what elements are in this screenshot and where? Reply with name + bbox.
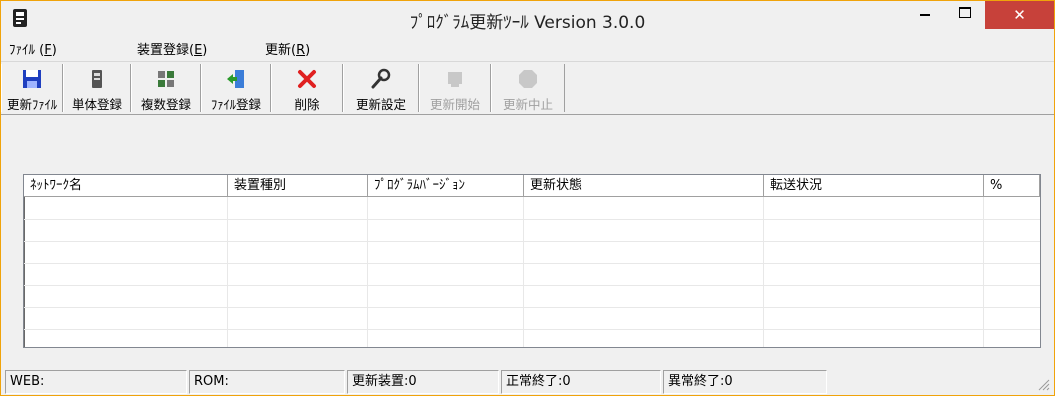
application-window: ﾌﾟﾛｸﾞﾗﾑ更新ﾂｰﾙ Version 3.0.0 ✕ ﾌｧｲﾙ (F) 装置… bbox=[0, 0, 1055, 396]
update-file-button[interactable]: 更新ﾌｧｲﾙ bbox=[1, 64, 63, 112]
minimize-button[interactable] bbox=[902, 1, 948, 29]
grid-line bbox=[24, 285, 1040, 286]
status-success-count: 正常終了:0 bbox=[501, 370, 661, 394]
delete-button[interactable]: 削除 bbox=[271, 64, 343, 112]
window-title: ﾌﾟﾛｸﾞﾗﾑ更新ﾂｰﾙ Version 3.0.0 bbox=[409, 13, 646, 33]
grid-line bbox=[367, 197, 368, 347]
start-update-button[interactable]: 更新開始 bbox=[419, 64, 491, 112]
toolbar: 更新ﾌｧｲﾙ 単体登録 複数登録 ﾌｧｲﾙ登録 削除 更新設定 更新開始 更新中… bbox=[1, 62, 1054, 115]
menu-bar: ﾌｧｲﾙ (F) 装置登録(E) 更新(R) bbox=[1, 35, 1054, 62]
stop-update-button[interactable]: 更新中止 bbox=[491, 64, 565, 112]
menu-file[interactable]: ﾌｧｲﾙ (F) bbox=[9, 39, 57, 58]
grid-line bbox=[523, 197, 524, 347]
title-bar[interactable]: ﾌﾟﾛｸﾞﾗﾑ更新ﾂｰﾙ Version 3.0.0 ✕ bbox=[1, 1, 1054, 35]
status-web: WEB: bbox=[5, 370, 187, 394]
menu-device-register[interactable]: 装置登録(E) bbox=[137, 39, 207, 58]
start-update-icon bbox=[448, 72, 462, 87]
status-bar: WEB: ROM: 更新装置:0 正常終了:0 異常終了:0 bbox=[1, 370, 1054, 395]
maximize-button[interactable] bbox=[948, 1, 984, 29]
grid-line bbox=[24, 307, 1040, 308]
status-rom: ROM: bbox=[189, 370, 345, 394]
column-percent[interactable]: % bbox=[984, 175, 1040, 197]
column-transfer-status[interactable]: 転送状況 bbox=[764, 175, 984, 197]
file-register-button[interactable]: ﾌｧｲﾙ登録 bbox=[201, 64, 271, 112]
resize-grip-icon[interactable] bbox=[1038, 379, 1050, 391]
grid-line bbox=[24, 263, 1040, 264]
status-updating-devices: 更新装置:0 bbox=[347, 370, 499, 394]
multi-register-button[interactable]: 複数登録 bbox=[131, 64, 201, 112]
status-failed-count: 異常終了:0 bbox=[663, 370, 827, 394]
single-device-icon bbox=[92, 70, 102, 88]
close-button[interactable]: ✕ bbox=[985, 1, 1054, 29]
stop-sign-icon bbox=[519, 70, 537, 88]
multiple-devices-icon bbox=[158, 71, 174, 87]
update-settings-button[interactable]: 更新設定 bbox=[343, 64, 419, 112]
grid-line bbox=[24, 219, 1040, 220]
menu-update[interactable]: 更新(R) bbox=[265, 39, 310, 58]
grid-line bbox=[227, 197, 228, 347]
close-icon: ✕ bbox=[1013, 6, 1026, 24]
column-network-name[interactable]: ﾈｯﾄﾜｰｸ名 bbox=[24, 175, 228, 197]
column-device-type[interactable]: 装置種別 bbox=[228, 175, 368, 197]
delete-x-icon bbox=[298, 70, 316, 88]
wrench-settings-icon bbox=[371, 68, 391, 89]
grid-line bbox=[24, 329, 1040, 330]
file-import-icon bbox=[227, 70, 244, 88]
single-register-button[interactable]: 単体登録 bbox=[63, 64, 131, 112]
grid-line bbox=[983, 197, 984, 347]
grid-line bbox=[763, 197, 764, 347]
device-list[interactable]: ﾈｯﾄﾜｰｸ名 装置種別 ﾌﾟﾛｸﾞﾗﾑﾊﾞｰｼﾞｮﾝ 更新状態 転送状況 % bbox=[23, 174, 1041, 348]
grid-line bbox=[24, 241, 1040, 242]
column-update-status[interactable]: 更新状態 bbox=[524, 175, 764, 197]
column-program-version[interactable]: ﾌﾟﾛｸﾞﾗﾑﾊﾞｰｼﾞｮﾝ bbox=[368, 175, 524, 197]
floppy-save-icon bbox=[23, 70, 41, 88]
